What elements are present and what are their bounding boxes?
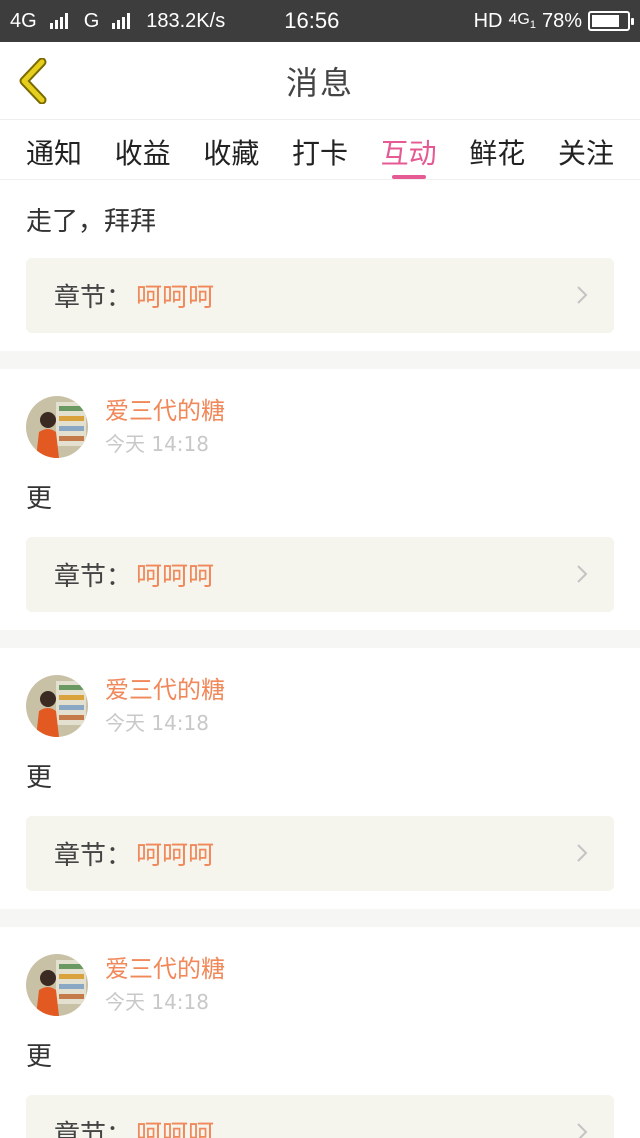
tab-follow[interactable]: 关注: [558, 120, 614, 179]
timestamp: 今天 14:18: [105, 711, 209, 735]
chapter-link[interactable]: 章节： 呵呵呵: [26, 1095, 614, 1138]
username[interactable]: 爱三代的糖: [105, 674, 225, 706]
battery-icon: [588, 11, 634, 31]
chapter-title: 呵呵呵: [136, 841, 215, 871]
status-bar: 4G G 183.2K/s 16:56 HD 4G1 78%: [0, 0, 640, 42]
divider: [0, 630, 640, 648]
chapter-title: 呵呵呵: [136, 562, 215, 592]
network-type-1: 4G: [10, 9, 37, 32]
chapter-label: 章节：: [54, 841, 133, 871]
tab-favorites[interactable]: 收藏: [203, 120, 259, 179]
message-text: 更: [26, 1042, 53, 1072]
message-text: 走了，拜拜: [26, 207, 157, 237]
tab-notifications[interactable]: 通知: [26, 120, 82, 179]
user-row[interactable]: 爱三代的糖 今天 14:18: [26, 648, 614, 738]
status-time: 16:56: [284, 8, 340, 33]
user-row[interactable]: 爱三代的糖 今天 14:18: [26, 927, 614, 1017]
chapter-link[interactable]: 章节： 呵呵呵: [26, 537, 614, 612]
network-speed: 183.2K/s: [146, 9, 226, 32]
tab-interaction[interactable]: 互动: [381, 120, 437, 179]
app-header: 消息: [0, 42, 640, 120]
network-type-2: G: [83, 9, 100, 32]
tab-checkin[interactable]: 打卡: [292, 120, 348, 179]
user-row[interactable]: 爱三代的糖 今天 14:18: [26, 369, 614, 459]
avatar[interactable]: [26, 396, 88, 458]
list-item: 爱三代的糖 今天 14:18 更 章节： 呵呵呵: [0, 369, 640, 630]
message-text: 更: [26, 484, 53, 514]
network-type-3: 4G1: [508, 10, 536, 32]
username[interactable]: 爱三代的糖: [105, 953, 225, 985]
divider: [0, 351, 640, 369]
tab-earnings[interactable]: 收益: [115, 120, 171, 179]
chevron-right-icon: [577, 844, 588, 862]
chevron-right-icon: [577, 286, 588, 304]
timestamp: 今天 14:18: [105, 990, 209, 1014]
divider: [0, 909, 640, 927]
timestamp: 今天 14:18: [105, 432, 209, 456]
chapter-title: 呵呵呵: [136, 1120, 215, 1138]
battery-percent: 78%: [541, 9, 582, 32]
chapter-link[interactable]: 章节： 呵呵呵: [26, 258, 614, 333]
chapter-link[interactable]: 章节： 呵呵呵: [26, 816, 614, 891]
chapter-label: 章节：: [54, 562, 133, 592]
message-text: 更: [26, 763, 53, 793]
back-arrow-icon[interactable]: [14, 58, 54, 104]
chapter-label: 章节：: [54, 283, 133, 313]
message-list: 走了，拜拜 章节： 呵呵呵 爱三代的糖 今天 14:18 更 章节： 呵呵呵 爱…: [0, 180, 640, 1138]
list-item: 走了，拜拜 章节： 呵呵呵: [0, 180, 640, 351]
tab-bar: 通知 收益 收藏 打卡 互动 鲜花 关注: [0, 120, 640, 180]
signal-icon: [49, 13, 68, 29]
chapter-title: 呵呵呵: [136, 283, 215, 313]
chevron-right-icon: [577, 1123, 588, 1138]
list-item: 爱三代的糖 今天 14:18 更 章节： 呵呵呵: [0, 648, 640, 909]
chevron-right-icon: [577, 565, 588, 583]
avatar[interactable]: [26, 675, 88, 737]
username[interactable]: 爱三代的糖: [105, 395, 225, 427]
avatar[interactable]: [26, 954, 88, 1016]
page-title: 消息: [285, 63, 354, 102]
chapter-label: 章节：: [54, 1120, 133, 1138]
hd-indicator: HD: [473, 9, 503, 32]
signal-icon: [112, 13, 131, 29]
list-item: 爱三代的糖 今天 14:18 更 章节： 呵呵呵: [0, 927, 640, 1138]
tab-flowers[interactable]: 鲜花: [469, 120, 525, 179]
